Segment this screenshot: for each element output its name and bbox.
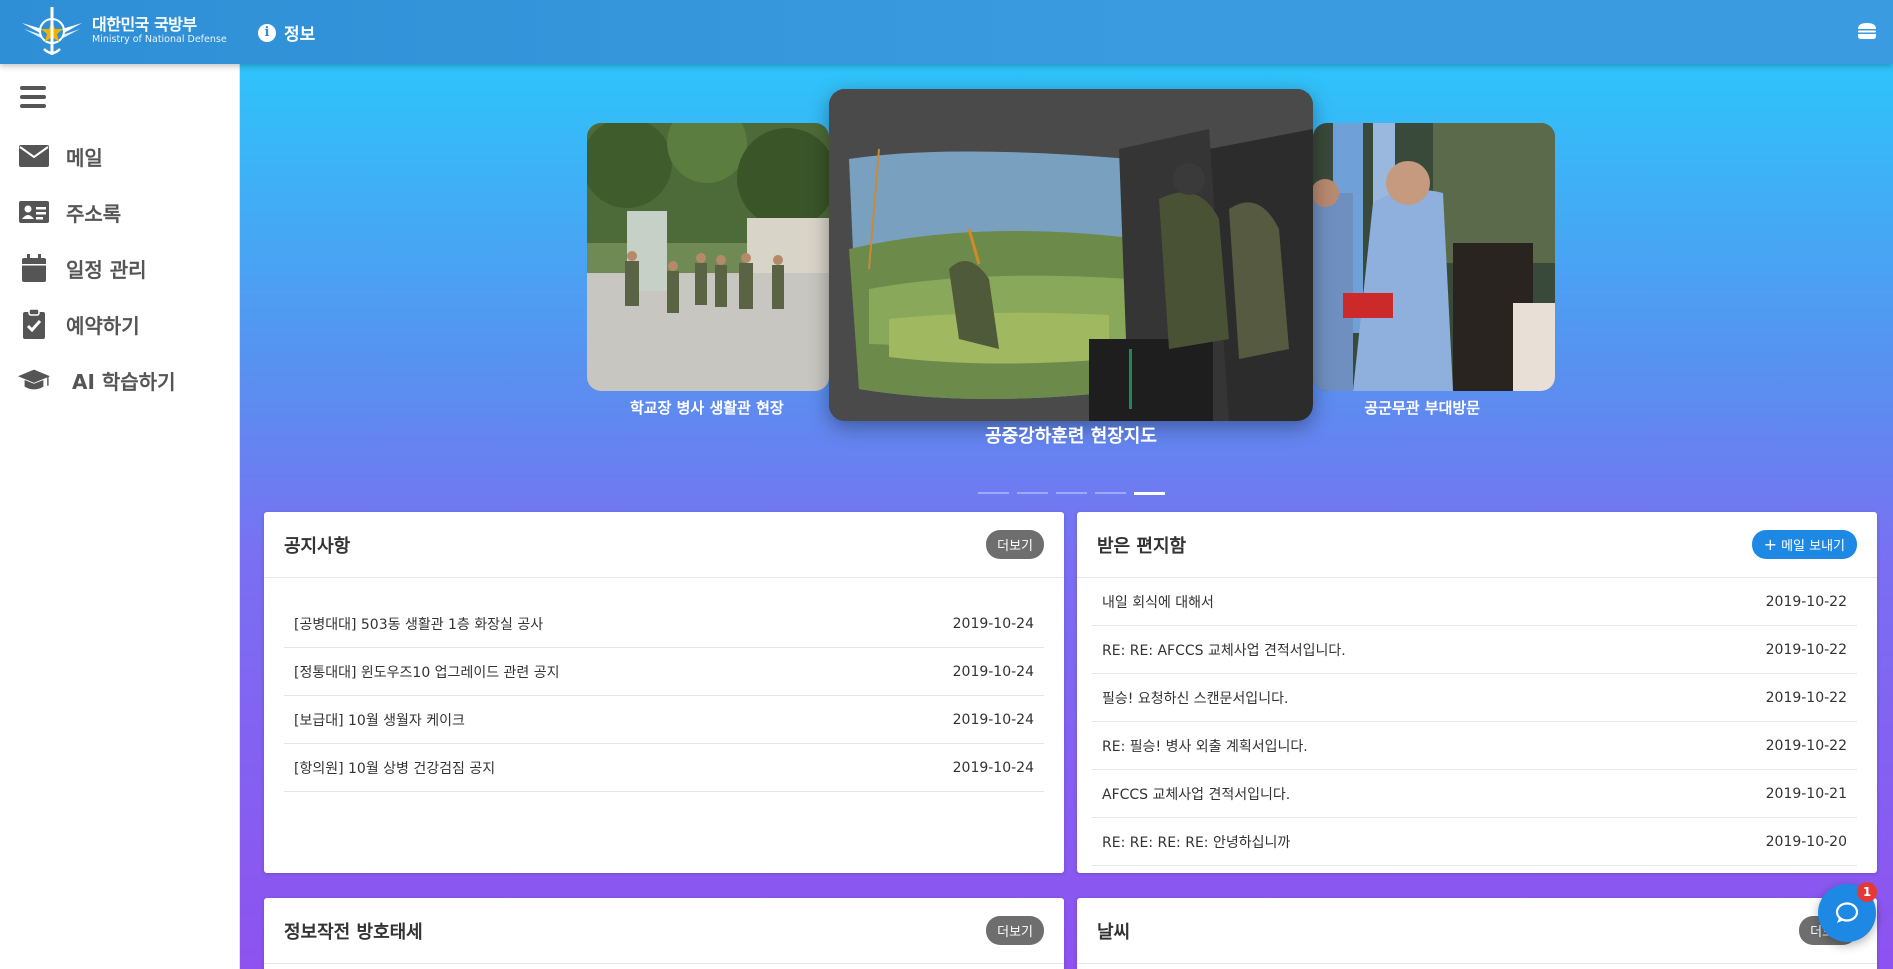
mail-row[interactable]: 내일 회식에 대해서 2019-10-22 bbox=[1092, 578, 1857, 626]
logo-english: Ministry of National Defense bbox=[92, 34, 227, 45]
mail-date: 2019-10-20 bbox=[1765, 833, 1847, 850]
notice-title: [공병대대] 503동 생활관 1층 화장실 공사 bbox=[294, 616, 544, 633]
notices-card: 공지사항 더보기 [공병대대] 503동 생활관 1층 화장실 공사 2019-… bbox=[264, 512, 1064, 873]
mail-date: 2019-10-21 bbox=[1765, 785, 1847, 802]
info-circle-icon: i bbox=[258, 23, 276, 42]
notices-more-button[interactable]: 더보기 bbox=[986, 530, 1044, 559]
sidebar-item-schedule[interactable]: 일정 관리 bbox=[18, 252, 147, 284]
mail-subject: 필승! 요청하신 스캔문서입니다. bbox=[1102, 690, 1289, 707]
mail-date: 2019-10-22 bbox=[1765, 593, 1847, 610]
chat-badge: 1 bbox=[1857, 882, 1877, 902]
notices-card-header: 공지사항 더보기 bbox=[264, 512, 1064, 578]
send-mail-label: 메일 보내기 bbox=[1781, 539, 1845, 554]
carousel-dot[interactable] bbox=[1017, 492, 1048, 494]
notices-list: [공병대대] 503동 생활관 1층 화장실 공사 2019-10-24 [정통… bbox=[264, 578, 1064, 792]
infosec-card-header: 정보작전 방호태세 더보기 bbox=[264, 898, 1064, 964]
logo-text: 대한민국 국방부 Ministry of National Defense bbox=[92, 16, 227, 46]
sidebar-item-reservation[interactable]: 예약하기 bbox=[18, 308, 140, 340]
inbox-card-header: 받은 편지함 + 메일 보내기 bbox=[1077, 512, 1877, 578]
info-link[interactable]: i 정보 bbox=[258, 20, 315, 45]
sidebar-item-ai-learning[interactable]: AI 학습하기 bbox=[18, 364, 175, 396]
photo-airborne-training bbox=[829, 89, 1313, 421]
carousel-indicators bbox=[978, 492, 1165, 495]
notice-date: 2019-10-24 bbox=[952, 663, 1034, 680]
inbox-card: 받은 편지함 + 메일 보내기 내일 회식에 대해서 2019-10-22 RE… bbox=[1077, 512, 1877, 873]
graduation-cap-icon bbox=[18, 364, 50, 396]
sidebar-item-label: AI 학습하기 bbox=[72, 369, 176, 394]
notice-date: 2019-10-24 bbox=[952, 711, 1034, 728]
chat-bubble-icon bbox=[1835, 902, 1859, 923]
carousel-slide-active[interactable] bbox=[829, 89, 1313, 421]
notice-date: 2019-10-24 bbox=[952, 615, 1034, 632]
hamburger-icon[interactable] bbox=[1857, 22, 1877, 40]
envelope-icon bbox=[18, 140, 50, 172]
notice-row[interactable]: [보급대] 10월 생월자 케이크 2019-10-24 bbox=[284, 696, 1044, 744]
carousel-slide-right[interactable] bbox=[1313, 123, 1555, 391]
top-bar: 대한민국 국방부 Ministry of National Defense i … bbox=[0, 0, 1893, 64]
weather-title: 날씨 bbox=[1097, 921, 1131, 943]
mail-date: 2019-10-22 bbox=[1765, 737, 1847, 754]
sidebar-item-label: 주소록 bbox=[66, 201, 122, 226]
notice-title: [항의원] 10월 상병 건강검짐 공지 bbox=[294, 760, 496, 777]
carousel-dot[interactable] bbox=[978, 492, 1009, 494]
menu-toggle-icon[interactable] bbox=[20, 86, 46, 108]
carousel-caption-left: 학교장 병사 생활관 현장 bbox=[630, 399, 784, 417]
notice-row[interactable]: [정통대대] 윈도우즈10 업그레이드 관련 공지 2019-10-24 bbox=[284, 648, 1044, 696]
mail-date: 2019-10-22 bbox=[1765, 641, 1847, 658]
mail-row[interactable]: 필승! 요청하신 스캔문서입니다. 2019-10-22 bbox=[1092, 674, 1857, 722]
sidebar-item-label: 예약하기 bbox=[66, 313, 140, 338]
mail-date: 2019-10-22 bbox=[1765, 689, 1847, 706]
sidebar: 메일 주소록 일정 관리 예약하기 AI 학습하기 bbox=[0, 64, 240, 969]
weather-card-header: 날씨 더보기 bbox=[1077, 898, 1877, 964]
carousel-dot[interactable] bbox=[1056, 492, 1087, 494]
photo-attache-visit bbox=[1313, 123, 1555, 391]
main-content: 학교장 병사 생활관 현장 공군무관 부대방문 공중강하훈련 현장지도 공지사항… bbox=[240, 64, 1893, 969]
inbox-list: 내일 회식에 대해서 2019-10-22 RE: RE: AFCCS 교체사업… bbox=[1077, 578, 1877, 866]
logo-korean: 대한민국 국방부 bbox=[92, 15, 197, 34]
mail-row[interactable]: RE: RE: RE: RE: 안녕하십니까 2019-10-20 bbox=[1092, 818, 1857, 866]
mail-row[interactable]: RE: RE: AFCCS 교체사업 견적서입니다. 2019-10-22 bbox=[1092, 626, 1857, 674]
infosec-title: 정보작전 방호태세 bbox=[284, 921, 423, 943]
notice-title: [정통대대] 윈도우즈10 업그레이드 관련 공지 bbox=[294, 664, 560, 681]
notice-date: 2019-10-24 bbox=[952, 759, 1034, 776]
mail-row[interactable]: RE: 필승! 병사 외출 계획서입니다. 2019-10-22 bbox=[1092, 722, 1857, 770]
inbox-title: 받은 편지함 bbox=[1097, 535, 1187, 557]
mail-subject: RE: RE: RE: RE: 안녕하십니까 bbox=[1102, 834, 1291, 851]
address-card-icon bbox=[18, 196, 50, 228]
mail-row[interactable]: AFCCS 교체사업 견적서입니다. 2019-10-21 bbox=[1092, 770, 1857, 818]
carousel-caption-active: 공중강하훈련 현장지도 bbox=[985, 426, 1157, 447]
carousel-dot-active[interactable] bbox=[1134, 492, 1165, 495]
send-mail-button[interactable]: + 메일 보내기 bbox=[1751, 530, 1857, 559]
weather-card: 날씨 더보기 bbox=[1077, 898, 1877, 969]
calendar-icon bbox=[18, 252, 50, 284]
sidebar-item-label: 메일 bbox=[66, 145, 103, 170]
carousel-slide-left[interactable] bbox=[587, 123, 829, 391]
notice-row[interactable]: [공병대대] 503동 생활관 1층 화장실 공사 2019-10-24 bbox=[284, 600, 1044, 648]
info-label: 정보 bbox=[284, 25, 316, 45]
mail-subject: 내일 회식에 대해서 bbox=[1102, 594, 1214, 611]
sidebar-item-mail[interactable]: 메일 bbox=[18, 140, 103, 172]
notice-title: [보급대] 10월 생월자 케이크 bbox=[294, 712, 465, 729]
infosec-card: 정보작전 방호태세 더보기 bbox=[264, 898, 1064, 969]
carousel-dot[interactable] bbox=[1095, 492, 1126, 494]
plus-icon: + bbox=[1763, 534, 1778, 554]
mail-subject: RE: 필승! 병사 외출 계획서입니다. bbox=[1102, 738, 1308, 755]
notices-title: 공지사항 bbox=[284, 535, 351, 557]
notice-row[interactable]: [항의원] 10월 상병 건강검짐 공지 2019-10-24 bbox=[284, 744, 1044, 792]
clipboard-check-icon bbox=[18, 308, 50, 340]
photo-soldiers-inspection bbox=[587, 123, 829, 391]
mail-subject: AFCCS 교체사업 견적서입니다. bbox=[1102, 786, 1291, 803]
sidebar-item-label: 일정 관리 bbox=[66, 257, 147, 282]
infosec-more-button[interactable]: 더보기 bbox=[986, 916, 1044, 945]
mail-subject: RE: RE: AFCCS 교체사업 견적서입니다. bbox=[1102, 642, 1346, 659]
ministry-logo[interactable] bbox=[20, 5, 84, 57]
sidebar-item-address-book[interactable]: 주소록 bbox=[18, 196, 121, 228]
